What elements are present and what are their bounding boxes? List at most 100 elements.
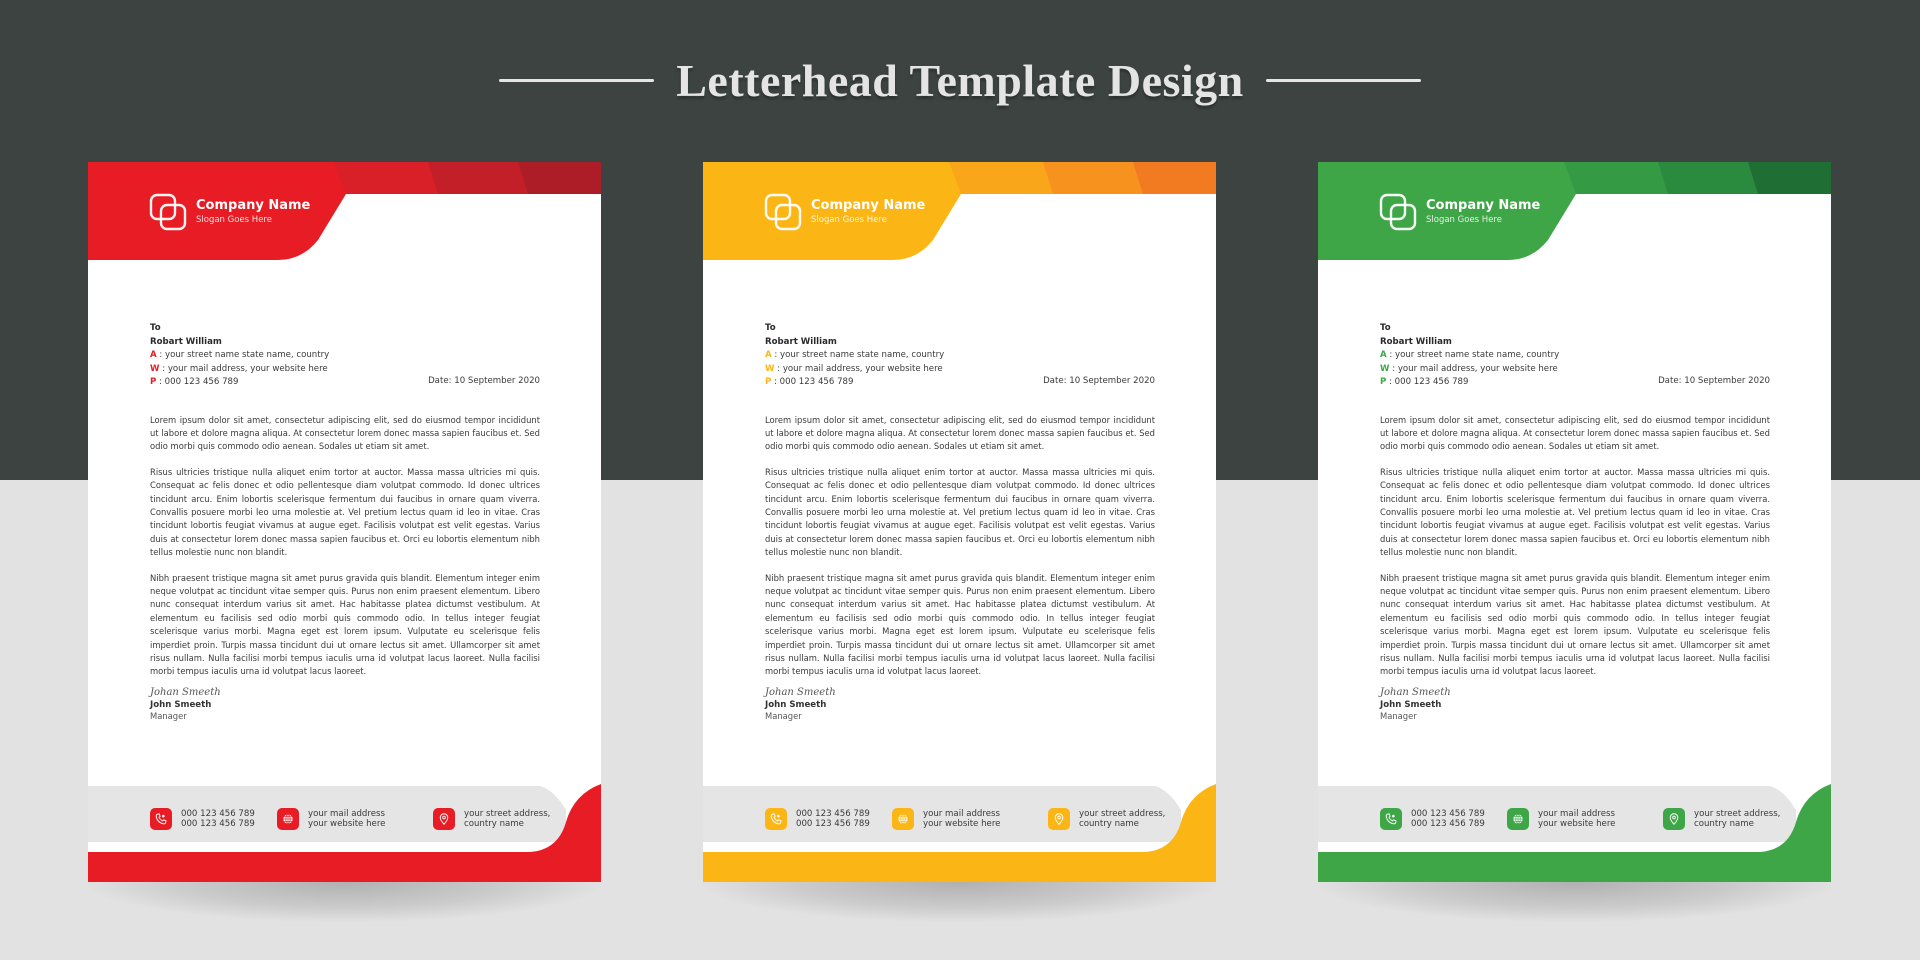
company-name: Company Name	[811, 198, 926, 213]
globe-icon	[1507, 808, 1529, 830]
footer-web: your mail address your website here	[892, 808, 1000, 830]
address-label: A	[1380, 350, 1387, 360]
footer-web-text: your mail address your website here	[308, 809, 385, 830]
footer-web-line: your mail address	[923, 808, 1000, 819]
company-name: Company Name	[196, 198, 311, 213]
company-logo-icon	[149, 193, 187, 231]
phone-icon	[1380, 808, 1402, 830]
recipient-to: To	[1380, 323, 1391, 333]
signer-name: John Smeeth	[765, 700, 827, 710]
footer-phone-line: 000 123 456 789	[796, 819, 870, 829]
recipient-name: Robart William	[765, 336, 837, 347]
footer-address-line: your street address,	[464, 808, 551, 819]
signer-role: Manager	[1380, 711, 1417, 721]
web-text: : your mail address, your website here	[774, 363, 943, 374]
footer-web-text: your mail address your website here	[1538, 809, 1615, 830]
signature-block: Johan Smeeth John Smeeth Manager	[1380, 686, 1451, 721]
recipient-name: Robart William	[150, 336, 222, 347]
footer-phone-text: 000 123 456 789 000 123 456 789	[796, 809, 870, 830]
footer-phone-line: 000 123 456 789	[181, 819, 255, 829]
signature: Johan Smeeth	[1380, 687, 1451, 698]
footer-phone-line: 000 123 456 789	[181, 808, 255, 819]
footer-address-text: your street address, country name	[464, 809, 550, 830]
page-shadow	[88, 882, 601, 922]
address-text: : your street name state name, country	[771, 350, 945, 360]
footer-address-line: your street address,	[1079, 808, 1166, 819]
signature-block: Johan Smeeth John Smeeth Manager	[150, 686, 221, 721]
body-paragraph: Nibh praesent tristique magna sit amet p…	[150, 572, 540, 677]
footer-web: your mail address your website here	[277, 808, 385, 830]
body-paragraph: Lorem ipsum dolor sit amet, consectetur …	[1380, 414, 1770, 452]
address-text: : your street name state name, country	[1386, 350, 1560, 360]
footer-web-line: your website here	[308, 819, 386, 829]
company-name: Company Name	[1426, 198, 1541, 213]
footer-address-text: your street address, country name	[1694, 809, 1780, 830]
footer-phone-text: 000 123 456 789 000 123 456 789	[1411, 809, 1485, 830]
footer-address: your street address, country name	[1663, 808, 1780, 830]
company-slogan: Slogan Goes Here	[1426, 215, 1502, 225]
banner-header: Letterhead Template Design	[0, 48, 1920, 112]
recipient-web: W : your mail address, your website here	[1380, 363, 1770, 377]
letter-body: To Robart William A : your street name s…	[1380, 322, 1770, 679]
footer-web: your mail address your website here	[1507, 808, 1615, 830]
globe-icon	[277, 808, 299, 830]
company-block: Company Name Slogan Goes Here	[196, 198, 310, 226]
footer-web-line: your website here	[1538, 819, 1616, 829]
footer-phone-line: 000 123 456 789	[796, 808, 870, 819]
globe-icon	[892, 808, 914, 830]
body-paragraph: Risus ultricies tristique nulla aliquet …	[150, 466, 540, 558]
signature-block: Johan Smeeth John Smeeth Manager	[765, 686, 836, 721]
letter-date: Date: 10 September 2020	[1043, 376, 1155, 386]
signer-name: John Smeeth	[1380, 700, 1442, 710]
web-text: : your mail address, your website here	[159, 363, 328, 374]
header-band-segment	[328, 162, 438, 194]
phone-icon	[150, 808, 172, 830]
location-pin-icon	[433, 808, 455, 830]
footer-address-text: your street address, country name	[1079, 809, 1165, 830]
title-divider-right	[1265, 78, 1421, 82]
phone-icon	[765, 808, 787, 830]
signature: Johan Smeeth	[150, 687, 221, 698]
title-divider-left	[499, 78, 655, 82]
phone-text: : 000 123 456 789	[1386, 377, 1469, 387]
company-block: Company Name Slogan Goes Here	[1426, 198, 1540, 226]
letter-body: To Robart William A : your street name s…	[150, 322, 540, 679]
footer-address-line: country name	[1694, 819, 1754, 829]
recipient-address: A : your street name state name, country	[1380, 349, 1770, 363]
footer-web-line: your mail address	[1538, 808, 1615, 819]
page-title: Letterhead Template Design	[676, 54, 1244, 106]
header-band-segment	[1558, 162, 1668, 194]
phone-text: : 000 123 456 789	[156, 377, 239, 387]
footer-web-line: your mail address	[308, 808, 385, 819]
letterhead-page-yellow: Company Name Slogan Goes Here To Robart …	[703, 162, 1216, 882]
phone-text: : 000 123 456 789	[771, 377, 854, 387]
company-slogan: Slogan Goes Here	[196, 215, 272, 225]
header-band-segment	[943, 162, 1053, 194]
recipient-to: To	[765, 323, 776, 333]
footer-phone-line: 000 123 456 789	[1411, 808, 1485, 819]
letter-date: Date: 10 September 2020	[1658, 376, 1770, 386]
address-label: A	[150, 350, 157, 360]
footer-address-line: country name	[464, 819, 524, 829]
footer-phone: 000 123 456 789 000 123 456 789	[765, 808, 870, 830]
footer-address: your street address, country name	[1048, 808, 1165, 830]
footer-phone-line: 000 123 456 789	[1411, 819, 1485, 829]
letter-body: To Robart William A : your street name s…	[765, 322, 1155, 679]
signer-role: Manager	[150, 711, 187, 721]
recipient-name: Robart William	[1380, 336, 1452, 347]
company-block: Company Name Slogan Goes Here	[811, 198, 925, 226]
signature: Johan Smeeth	[765, 687, 836, 698]
footer-web-line: your website here	[923, 819, 1001, 829]
footer-phone: 000 123 456 789 000 123 456 789	[1380, 808, 1485, 830]
page-shadow	[703, 882, 1216, 922]
signer-role: Manager	[765, 711, 802, 721]
body-paragraph: Risus ultricies tristique nulla aliquet …	[1380, 466, 1770, 558]
footer-phone: 000 123 456 789 000 123 456 789	[150, 808, 255, 830]
recipient-web: W : your mail address, your website here	[765, 363, 1155, 377]
footer-address: your street address, country name	[433, 808, 550, 830]
body-paragraph: Lorem ipsum dolor sit amet, consectetur …	[765, 414, 1155, 452]
letterhead-page-green: Company Name Slogan Goes Here To Robart …	[1318, 162, 1831, 882]
page-shadow	[1318, 882, 1831, 922]
web-text: : your mail address, your website here	[1389, 363, 1558, 374]
body-paragraph: Nibh praesent tristique magna sit amet p…	[1380, 572, 1770, 677]
